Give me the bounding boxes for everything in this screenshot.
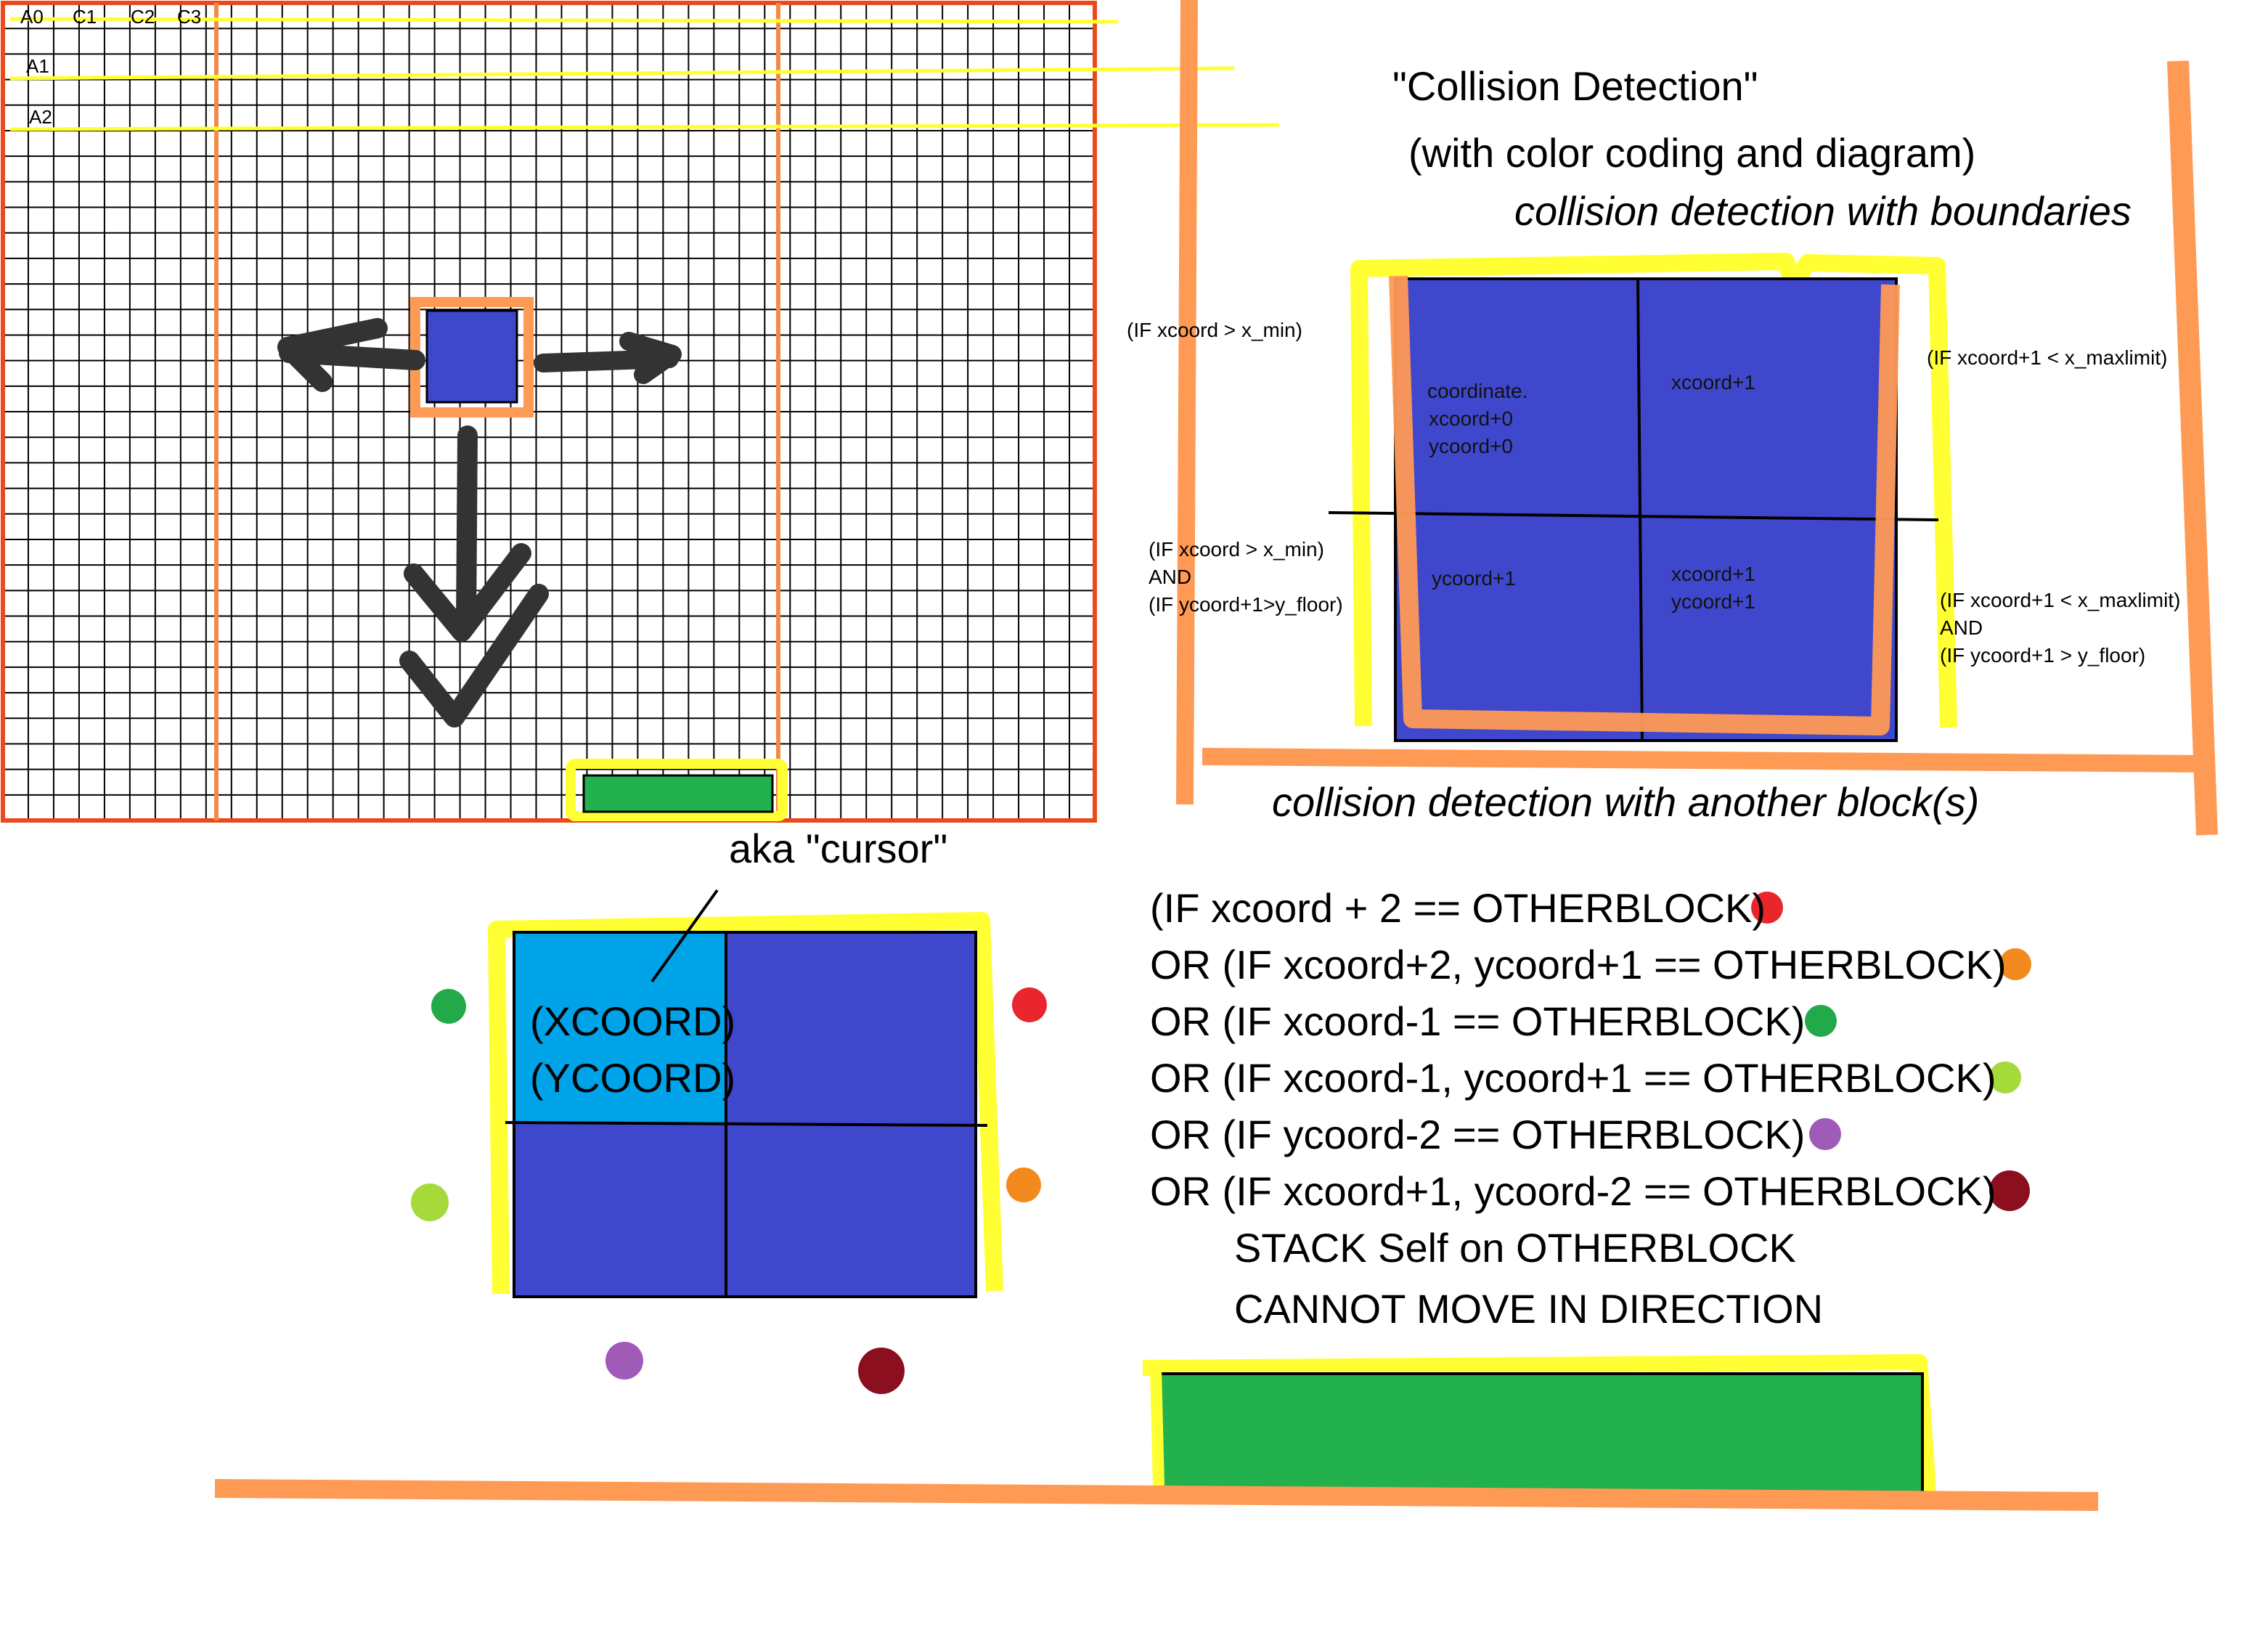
cell-br-line1: xcoord+1: [1671, 563, 1755, 585]
condition-5: OR (IF ycoord-2 == OTHERBLOCK): [1150, 1112, 1806, 1157]
dot-red: [1012, 987, 1047, 1022]
left-bottom-line2: AND: [1149, 566, 1192, 588]
cell-bl-label: ycoord+1: [1432, 567, 1516, 590]
condition-6: OR (IF xcoord+1, ycoord-2 == OTHERBLOCK): [1150, 1168, 1996, 1214]
left-bottom-condition: (IF xcoord > x_min) AND (IF ycoord+1>y_f…: [1149, 536, 1343, 619]
cell-br-label: xcoord+1 ycoord+1: [1671, 561, 1755, 616]
condition-2: OR (IF xcoord+2, ycoord+1 == OTHERBLOCK): [1150, 942, 2007, 987]
grid-label-a1: A1: [26, 55, 49, 77]
dot-green: [431, 989, 466, 1024]
left-top-condition: (IF xcoord > x_min): [1127, 319, 1302, 341]
right-bottom-line1: (IF xcoord+1 < x_maxlimit): [1940, 589, 2181, 611]
panel-floor-boundary: [1202, 748, 2203, 773]
down-arrow: [399, 425, 549, 728]
right-arrow: [534, 332, 682, 384]
cell-tl-line3: ycoord+0: [1429, 435, 1513, 457]
grid-label-a2: A2: [29, 106, 52, 128]
grid-ground-block: [582, 774, 774, 813]
cell-tl-label: coordinate. xcoord+0 ycoord+0: [1427, 378, 1528, 460]
moving-block: [425, 309, 518, 404]
result-cannot-move: CANNOT MOVE IN DIRECTION: [1234, 1286, 1824, 1332]
grid-label-c2: C2: [131, 6, 155, 28]
ground-block: [1157, 1372, 1924, 1499]
dot-orange: [1006, 1168, 1041, 1202]
dot-lime: [411, 1183, 449, 1221]
right-bottom-line3: (IF ycoord+1 > y_floor): [1940, 644, 2146, 667]
cell-br-line2: ycoord+1: [1671, 590, 1755, 613]
panel-right-boundary: [2167, 60, 2218, 836]
grid-label-c1: C1: [73, 6, 97, 28]
dot-purple: [605, 1342, 643, 1380]
boundaries-heading: collision detection with boundaries: [1514, 188, 2132, 234]
row-highlight-a0: [9, 17, 1119, 24]
aka-cursor-label: aka "cursor": [729, 826, 948, 871]
grid-label-c3: C3: [177, 6, 202, 28]
left-bottom-line3: (IF ycoord+1>y_floor): [1149, 593, 1343, 616]
condition-1: (IF xcoord + 2 == OTHERBLOCK): [1150, 885, 1766, 931]
dot-maroon: [858, 1348, 905, 1394]
row-highlight-a2: [9, 123, 1280, 131]
blocks-heading: collision detection with another block(s…: [1272, 779, 1980, 825]
cell-tl-line2: xcoord+0: [1429, 407, 1513, 430]
condition-list: (IF xcoord + 2 == OTHERBLOCK) OR (IF xco…: [1150, 880, 2007, 1220]
row-highlight-a1: [9, 66, 1235, 81]
page-title: "Collision Detection": [1392, 63, 1758, 109]
left-arrow: [277, 318, 425, 392]
boundary-block: [1394, 277, 1898, 742]
left-bottom-line1: (IF xcoord > x_min): [1149, 538, 1324, 561]
cell-tl-line1: coordinate.: [1427, 380, 1528, 402]
ground-yellow-left: [1150, 1369, 1164, 1486]
result-list: STACK Self on OTHERBLOCK CANNOT MOVE IN …: [1234, 1220, 1823, 1337]
panel-left-boundary: [1176, 0, 1198, 805]
right-bottom-line2: AND: [1940, 616, 1983, 639]
cell-tr-label: xcoord+1: [1671, 371, 1755, 394]
right-top-condition: (IF xcoord+1 < x_maxlimit): [1927, 346, 2168, 369]
condition-3: OR (IF xcoord-1 == OTHERBLOCK): [1150, 998, 1806, 1044]
grid-label-a0: A0: [20, 6, 44, 28]
condition-4: OR (IF xcoord-1, ycoord+1 == OTHERBLOCK): [1150, 1055, 1996, 1101]
cursor-ycoord-label: (YCOORD): [530, 1055, 736, 1101]
result-stack: STACK Self on OTHERBLOCK: [1234, 1225, 1796, 1271]
page-subtitle: (with color coding and diagram): [1408, 130, 1976, 176]
cursor-xcoord-label: (XCOORD): [530, 998, 736, 1044]
right-bottom-condition: (IF xcoord+1 < x_maxlimit) AND (IF ycoor…: [1940, 587, 2180, 669]
bottom-floor-boundary: [214, 1479, 2099, 1511]
